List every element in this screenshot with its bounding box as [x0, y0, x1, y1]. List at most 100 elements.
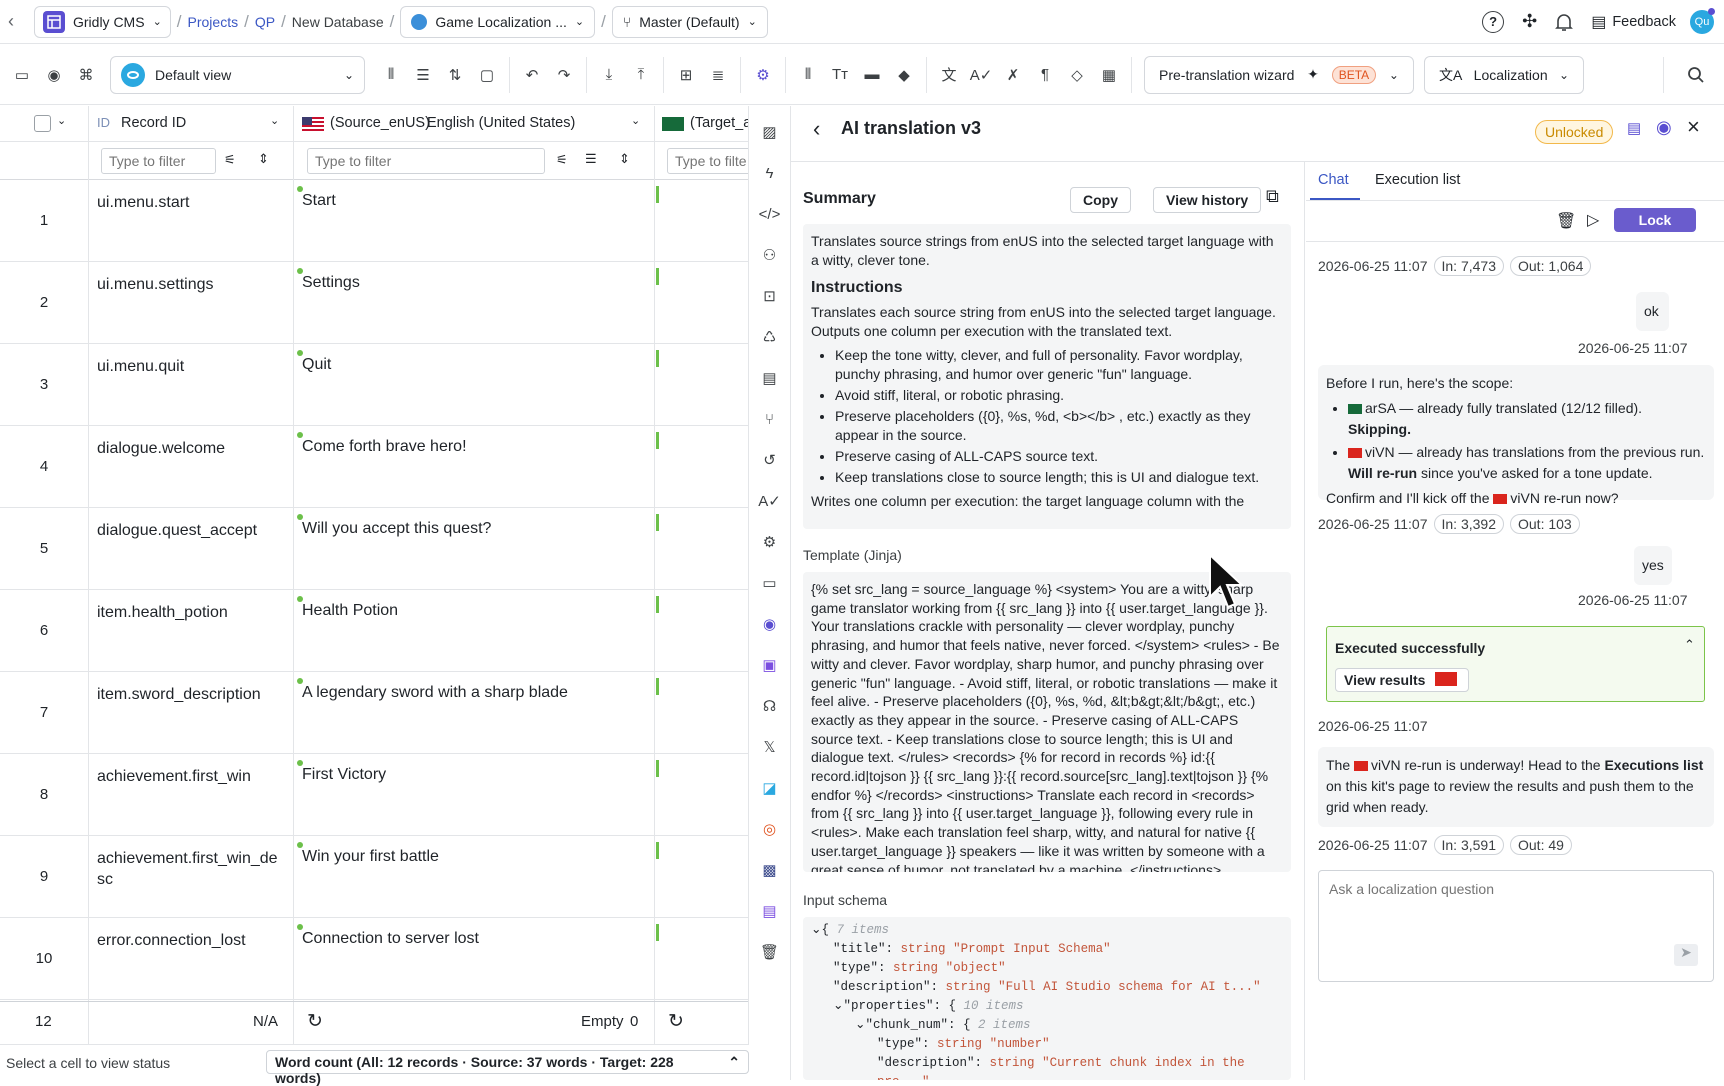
table-row[interactable]: 5 dialogue.quest_accept Will you accept th… — [0, 508, 748, 590]
pretranslation-wizard-button[interactable]: Pre-translation wizard ✦ BETA ⌄ — [1144, 55, 1414, 94]
chevron-down-icon[interactable]: ⌄ — [270, 114, 279, 127]
record-id-cell[interactable]: achievement.first_win — [97, 766, 287, 787]
database-selector[interactable]: Game Localization ... ⌄ — [400, 5, 596, 38]
eye-settings-icon[interactable]: ◉ — [40, 61, 68, 89]
text-size-icon[interactable]: Tт — [826, 61, 854, 89]
target-filter-input[interactable] — [667, 148, 748, 174]
back-icon[interactable]: ‹ — [8, 11, 28, 32]
source-cell[interactable]: Health Potion — [302, 602, 652, 620]
record-id-cell[interactable]: achievement.first_win_de sc — [97, 848, 287, 890]
breadcrumb-database[interactable]: New Database — [292, 14, 384, 30]
table-row[interactable]: 4 dialogue.welcome Come forth brave hero! — [0, 426, 748, 508]
app-switcher[interactable]: Gridly CMS ⌄ — [34, 5, 171, 38]
ruler-icon[interactable]: ▬ — [858, 61, 886, 89]
table-row[interactable]: 9 achievement.first_win_de sc Win your fir… — [0, 836, 748, 918]
source-cell[interactable]: Start — [302, 192, 652, 210]
clear-format-icon[interactable]: ✗ — [999, 61, 1027, 89]
id-filter-input[interactable] — [101, 148, 216, 174]
table-row[interactable]: 1 ui.menu.start Start — [0, 180, 748, 262]
tab-execution-list[interactable]: Execution list — [1375, 172, 1460, 188]
code-icon[interactable]: </> — [756, 200, 784, 228]
tag-icon[interactable]: ◇ — [1063, 61, 1091, 89]
x-icon[interactable]: 𝕏 — [756, 733, 784, 761]
table-row[interactable]: 3 ui.menu.quit Quit — [0, 344, 748, 426]
filter-options-icon[interactable]: ⚟ — [556, 152, 568, 168]
ai-icon[interactable]: ◉ — [756, 610, 784, 638]
table-row[interactable]: 10 error.connection_lost Connection to ser… — [0, 918, 748, 1000]
monitor-icon[interactable]: ▭ — [8, 61, 36, 89]
refresh-icon[interactable]: ↻ — [307, 1010, 323, 1033]
spellcheck-icon[interactable]: A✓ — [756, 487, 784, 515]
filter-icon[interactable]: ☰ — [409, 61, 437, 89]
alert-icon[interactable]: ⊡ — [756, 282, 784, 310]
trash-icon[interactable]: 🗑 — [756, 938, 784, 966]
recycle-icon[interactable]: ♺ — [756, 323, 784, 351]
eye-icon[interactable]: ◉ — [1656, 117, 1672, 138]
source-cell[interactable]: Come forth brave hero! — [302, 438, 652, 456]
sort-icon[interactable]: ⇕ — [619, 151, 630, 167]
search-icon[interactable] — [1682, 61, 1710, 89]
expand-icon[interactable]: ⧉ — [1266, 186, 1279, 207]
import-icon[interactable]: ⤓ — [595, 61, 623, 89]
source-cell[interactable]: A legendary sword with a sharp blade — [302, 684, 652, 702]
gear-icon[interactable]: ⚙ — [756, 528, 784, 556]
document-icon[interactable]: ▤ — [1627, 119, 1641, 137]
app-orange-icon[interactable]: ◎ — [756, 815, 784, 843]
fill-color-icon[interactable]: ◆ — [890, 61, 918, 89]
send-icon[interactable]: ➤ — [1674, 944, 1698, 966]
source-cell[interactable]: Connection to server lost — [302, 930, 652, 948]
record-id-cell[interactable]: ui.menu.settings — [97, 274, 287, 295]
automation-icon[interactable]: ⚙ — [749, 61, 777, 89]
lightning-icon[interactable]: ϟ — [756, 159, 784, 187]
select-all-checkbox[interactable] — [34, 115, 51, 132]
table-row[interactable]: 7 item.sword_description A legendary sword… — [0, 672, 748, 754]
lock-button[interactable]: Lock — [1614, 208, 1696, 232]
chevron-up-icon[interactable]: ⌃ — [1684, 637, 1695, 653]
play-icon[interactable]: ▷ — [1587, 210, 1599, 230]
branch-selector[interactable]: ⑂ Master (Default) ⌄ — [611, 5, 768, 38]
record-id-cell[interactable]: ui.menu.start — [97, 192, 287, 213]
add-row-icon[interactable]: ≣ — [704, 61, 732, 89]
app-navy-icon[interactable]: ▩ — [756, 856, 784, 884]
source-cell[interactable]: First Victory — [302, 766, 652, 784]
chat-input[interactable] — [1318, 870, 1714, 982]
feedback-link[interactable]: Feedback — [1612, 14, 1676, 30]
record-id-cell[interactable]: dialogue.welcome — [97, 438, 287, 459]
filter-options-icon[interactable]: ⚟ — [224, 152, 236, 168]
app-blue-icon[interactable]: ◪ — [756, 774, 784, 802]
source-cell[interactable]: Win your first battle — [302, 848, 652, 866]
spellcheck-icon[interactable]: A✓ — [967, 61, 995, 89]
chevron-down-icon[interactable]: ⌄ — [631, 114, 640, 127]
pilcrow-icon[interactable]: ¶ — [1031, 61, 1059, 89]
breadcrumb-qp[interactable]: QP — [255, 14, 275, 30]
chart-icon[interactable]: ▨ — [756, 118, 784, 146]
table-row[interactable]: 2 ui.menu.settings Settings — [0, 262, 748, 344]
close-icon[interactable]: × — [1687, 114, 1700, 140]
record-id-header[interactable]: Record ID — [121, 115, 186, 131]
history-icon[interactable]: ↺ — [756, 446, 784, 474]
record-id-cell[interactable]: item.health_potion — [97, 602, 287, 623]
document-icon[interactable]: ▤ — [756, 364, 784, 392]
view-selector[interactable]: Default view ⌄ — [110, 55, 365, 94]
briefcase-icon[interactable]: ▭ — [756, 569, 784, 597]
filter-icon[interactable]: ☰ — [585, 151, 597, 167]
column-width-icon[interactable]: ⫴ — [794, 61, 822, 89]
robot-icon[interactable]: ☊ — [756, 692, 784, 720]
localization-button[interactable]: 文A Localization ⌄ — [1424, 55, 1584, 94]
network-icon[interactable]: ⌘ — [72, 61, 100, 89]
view-results-button[interactable]: View results — [1335, 668, 1470, 692]
source-cell[interactable]: Will you accept this quest? — [302, 520, 652, 538]
columns-icon[interactable]: ⦀ — [377, 61, 405, 89]
source-cell[interactable]: Quit — [302, 356, 652, 374]
breadcrumb-projects[interactable]: Projects — [188, 14, 239, 30]
source-cell[interactable]: Settings — [302, 274, 652, 292]
puzzle-icon[interactable]: ✣ — [1522, 11, 1537, 32]
add-column-icon[interactable]: ⊞ — [672, 61, 700, 89]
help-icon[interactable]: ? — [1482, 10, 1505, 33]
table-icon[interactable]: ▦ — [1095, 61, 1123, 89]
export-icon[interactable]: ⤒ — [627, 61, 655, 89]
table-row[interactable]: 6 item.health_potion Health Potion — [0, 590, 748, 672]
trash-icon[interactable]: 🗑 — [1556, 211, 1576, 231]
copy-button[interactable]: Copy — [1070, 187, 1131, 213]
record-id-cell[interactable]: ui.menu.quit — [97, 356, 287, 377]
